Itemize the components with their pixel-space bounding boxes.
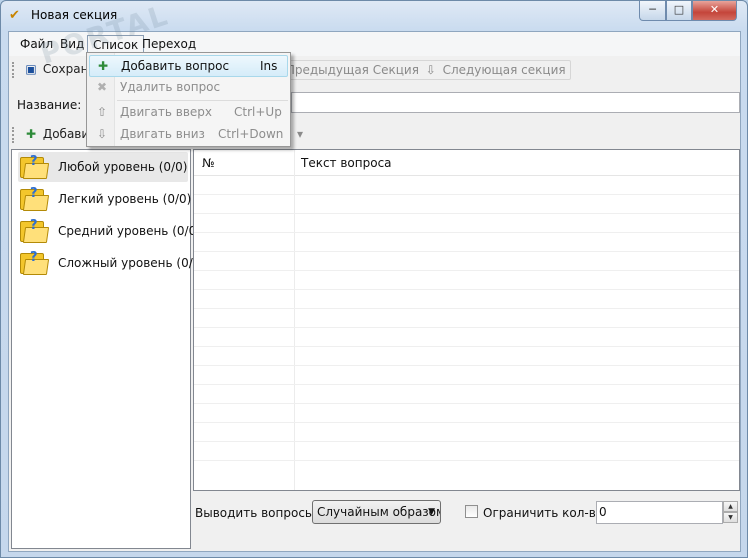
bottom-bar: Выводить вопросы: Случайным образом ▼ Ог… (193, 498, 740, 526)
grid-row-line (194, 346, 739, 347)
add-question-icon: ✚ (25, 127, 37, 141)
toolbar-grip-2[interactable] (12, 127, 15, 143)
menu-item-add-question[interactable]: ✚ Добавить вопрос Ins (89, 55, 288, 77)
level-list: ? Любой уровень (0/0) ? Легкий уровень (… (11, 149, 205, 549)
column-header-number[interactable]: № (202, 156, 214, 170)
menu-item-shortcut: Ctrl+Up (234, 105, 282, 119)
grid-row-line (194, 365, 739, 366)
grid-row-line (194, 403, 739, 404)
question-folder-icon: ? (20, 218, 50, 244)
next-section-button[interactable]: Следующая секция (443, 63, 566, 77)
output-label: Выводить вопросы: (195, 506, 319, 520)
chevron-down-icon: ▼ (428, 507, 435, 517)
arrow-up-icon: ⇧ (96, 105, 108, 119)
menu-item-move-up[interactable]: ⇧ Двигать вверх Ctrl+Up (89, 102, 288, 124)
limit-label[interactable]: Ограничить кол-во: (483, 506, 607, 520)
menu-item-shortcut: Ctrl+Down (218, 127, 284, 141)
floppy-disk-icon: ▣ (25, 62, 37, 76)
grid-row-line (194, 232, 739, 233)
level-count: (0/0) (162, 192, 192, 206)
limit-count-input[interactable]: 0 (596, 501, 723, 524)
grid-row-line (194, 251, 739, 252)
close-button[interactable]: ✕ (692, 1, 737, 21)
question-folder-icon: ? (20, 186, 50, 212)
output-mode-value: Случайным образом (317, 505, 441, 519)
window-title: Новая секция (31, 8, 118, 22)
grid-row-line (194, 213, 739, 214)
limit-checkbox[interactable] (465, 505, 478, 518)
question-folder-icon: ? (20, 154, 50, 180)
column-divider (294, 150, 295, 490)
prev-next-group: ⇧ Предыдущая Секция ⇩ Следующая секция (261, 60, 571, 80)
prev-section-button[interactable]: Предыдущая Секция (286, 63, 419, 77)
toolbar-dropdown-arrow[interactable]: ▾ (293, 125, 303, 145)
menu-file[interactable]: Файл (15, 35, 58, 55)
menu-item-move-down[interactable]: ⇩ Двигать вниз Ctrl+Down (89, 124, 288, 146)
menu-item-label: Добавить вопрос (121, 59, 230, 73)
menu-item-delete-question[interactable]: ✖ Удалить вопрос (89, 77, 288, 99)
level-label: Средний уровень (58, 224, 169, 238)
grid-row-line (194, 270, 739, 271)
name-label: Название: (17, 98, 82, 112)
spin-down-button[interactable]: ▼ (723, 512, 738, 523)
grid-row-line (194, 308, 739, 309)
question-folder-icon: ? (20, 250, 50, 276)
title-bar[interactable]: ✔ Новая секция ─ □ ✕ (1, 1, 747, 31)
level-label: Легкий уровень (58, 192, 159, 206)
maximize-button[interactable]: □ (666, 1, 692, 21)
questions-grid[interactable]: № Текст вопроса (193, 149, 740, 491)
menu-separator (117, 100, 288, 101)
spin-up-button[interactable]: ▲ (723, 501, 738, 512)
grid-row-line (194, 384, 739, 385)
grid-header: № Текст вопроса (194, 150, 739, 176)
grid-row-line (194, 460, 739, 461)
level-label: Сложный уровень (58, 256, 173, 270)
minimize-button[interactable]: ─ (639, 1, 666, 21)
list-menu-dropdown: ✚ Добавить вопрос Ins ✖ Удалить вопрос ⇧… (86, 52, 291, 147)
grid-row-line (194, 289, 739, 290)
output-mode-select[interactable]: Случайным образом ▼ (312, 500, 441, 524)
menu-item-label: Удалить вопрос (120, 80, 221, 94)
grid-row-line (194, 422, 739, 423)
toolbar-grip[interactable] (12, 62, 15, 78)
section-name-input[interactable] (291, 92, 740, 113)
level-item-any[interactable]: ? Любой уровень (0/0) (18, 152, 188, 182)
grid-row-line (194, 441, 739, 442)
level-item-hard[interactable]: ? Сложный уровень (0/0) (18, 248, 205, 278)
level-count: (0/0) (158, 160, 188, 174)
menu-view[interactable]: Вид (55, 35, 89, 55)
level-label: Любой уровень (58, 160, 155, 174)
level-item-easy[interactable]: ? Легкий уровень (0/0) (18, 184, 191, 214)
app-checkmark-icon: ✔ (9, 8, 20, 23)
delete-question-icon: ✖ (96, 80, 108, 94)
column-header-text[interactable]: Текст вопроса (301, 156, 392, 170)
menu-item-shortcut: Ins (260, 59, 278, 73)
arrow-down-icon: ⇩ (96, 127, 108, 141)
grid-row-line (194, 194, 739, 195)
menu-item-label: Двигать вниз (120, 127, 205, 141)
menu-item-label: Двигать вверх (120, 105, 213, 119)
level-item-medium[interactable]: ? Средний уровень (0/0) (18, 216, 201, 246)
add-question-icon: ✚ (97, 59, 109, 73)
limit-spinner: ▲ ▼ (723, 501, 738, 524)
arrow-down-icon: ⇩ (425, 63, 436, 77)
grid-row-line (194, 327, 739, 328)
